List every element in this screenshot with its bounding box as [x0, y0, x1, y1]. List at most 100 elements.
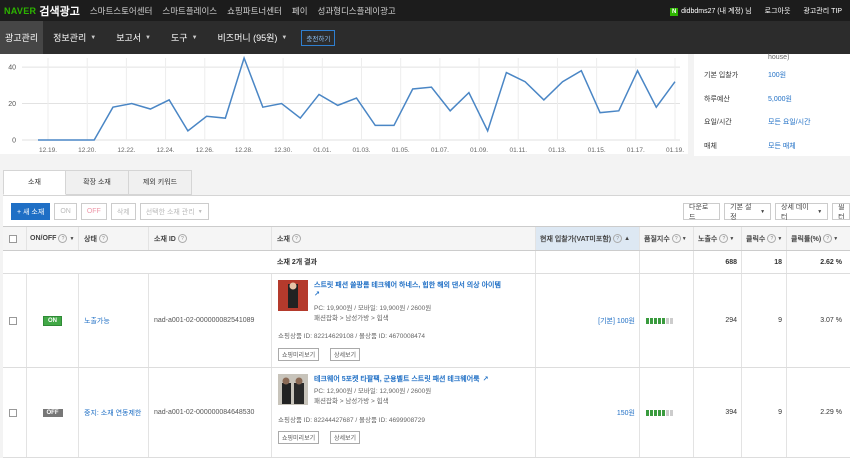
chevron-down-icon: ▼ [777, 235, 783, 242]
off-toggle[interactable]: OFF [42, 408, 63, 417]
help-icon[interactable]: ? [823, 234, 833, 243]
menu-reports[interactable]: 보고서 ▼ [106, 21, 161, 54]
help-icon[interactable]: ? [767, 234, 777, 243]
product-thumbnail[interactable] [278, 280, 308, 311]
quality-bar [646, 317, 673, 324]
tab-extensions[interactable]: 확장 소재 [66, 170, 129, 195]
header-label: ON/OFF [30, 235, 57, 242]
help-icon[interactable]: ? [177, 234, 187, 243]
row-checkbox-cell [3, 274, 27, 367]
charge-button[interactable]: 충전하기 [301, 29, 336, 46]
manage-selected-button[interactable]: 선택한 소재 관리 ▼ [139, 203, 209, 220]
select-all-checkbox[interactable] [9, 234, 17, 243]
bid-link[interactable]: [기본] 100원 [598, 316, 635, 326]
adgroup-info-panel: house) 기본 입찰가 100원 하루예산 5,000원 요일/시간 모든 요일/… [694, 54, 850, 156]
link-smartstore[interactable]: 스마트스토어센터 [90, 5, 153, 17]
chevron-down-icon: ▼ [817, 208, 823, 215]
user-account[interactable]: Ndidbdms27 (내 계정) 님 [670, 6, 752, 16]
on-toggle[interactable]: ON [43, 315, 62, 326]
menu-label: 비즈머니 (95원) [217, 33, 278, 43]
x-tick-label: 12.22. [117, 147, 135, 154]
header-onoff[interactable]: ON/OFF? ▼ [27, 227, 79, 250]
menu-label: 정보관리 [53, 33, 87, 43]
basic-settings-button[interactable]: 기본 설정 ▼ [724, 203, 772, 221]
menu-tools[interactable]: 도구 ▼ [161, 21, 208, 54]
help-icon[interactable]: ? [671, 234, 681, 243]
header-clicks[interactable]: 클릭수? ▼ [742, 227, 787, 250]
status-cell: 중지: 소재 연동제한 [79, 368, 149, 457]
detail-view-button[interactable]: 상세보기 [330, 348, 361, 361]
x-tick-label: 01.15. [588, 147, 606, 154]
external-link-icon[interactable]: ↗ [483, 376, 489, 383]
header-ad[interactable]: 소재? [272, 227, 536, 250]
shopping-preview-button[interactable]: 쇼핑미리보기 [278, 348, 320, 361]
link-smartplace[interactable]: 스마트플레이스 [162, 5, 217, 17]
x-tick-label: 12.26. [196, 147, 214, 154]
chevron-down-icon: ▼ [197, 208, 203, 215]
header-ad-id[interactable]: 소재 ID? [149, 227, 272, 250]
chevron-down-icon: ▼ [833, 235, 839, 242]
link-display-ad[interactable]: 성과형디스플레이광고 [318, 5, 396, 17]
download-button[interactable]: 다운로드 [683, 203, 721, 221]
x-tick-label: 01.03. [352, 147, 370, 154]
quality-cell [640, 274, 694, 367]
basic-label: 기본 설정 [730, 203, 752, 221]
row-checkbox[interactable] [9, 316, 17, 325]
on-button[interactable]: ON [54, 203, 77, 220]
delete-button[interactable]: 삭제 [110, 203, 136, 220]
header-label: 소재 ID [154, 235, 176, 243]
link-pay[interactable]: 페이 [292, 5, 308, 17]
summary-quality [640, 251, 694, 273]
ad-category: 패션잡화 > 남성가방 > 힙색 [314, 398, 389, 405]
link-shopping-partner[interactable]: 쇼핑파트너센터 [227, 5, 282, 17]
help-icon[interactable]: ? [613, 234, 623, 243]
menu-bizmoney[interactable]: 비즈머니 (95원) ▼ [208, 21, 298, 54]
status-link[interactable]: 노출가능 [84, 316, 110, 326]
ad-id: nad-a001-02-000000082541089 [149, 274, 272, 367]
tab-negative-keywords[interactable]: 제외 키워드 [129, 170, 192, 195]
product-thumbnail[interactable] [278, 374, 308, 405]
media-value[interactable]: 모든 매체 [768, 141, 796, 151]
chevron-down-icon: ▼ [760, 208, 766, 215]
status-cell: 노출가능 [79, 274, 149, 367]
schedule-value[interactable]: 모든 요일/시간 [768, 117, 811, 127]
header-impressions[interactable]: 노출수? ▼ [694, 227, 742, 250]
header-status[interactable]: 상태? [79, 227, 149, 250]
help-icon[interactable]: ? [98, 234, 108, 243]
bid-link[interactable]: 150원 [617, 408, 635, 418]
tip-link[interactable]: 광고관리 TIP [803, 6, 842, 16]
filter-button[interactable]: 필터 [832, 203, 850, 220]
off-button[interactable]: OFF [80, 203, 107, 220]
ad-title-link[interactable]: 스트릿 패션 쓸팡롬 테크웨어 하네스, 힙한 해외 댄서 의상 아이템 [314, 280, 501, 290]
x-tick-label: 01.17. [627, 147, 645, 154]
bid-value[interactable]: 100원 [768, 70, 786, 80]
help-icon[interactable]: ? [291, 234, 301, 243]
menu-info-management[interactable]: 정보관리 ▼ [43, 21, 106, 54]
shopping-preview-button[interactable]: 쇼핑미리보기 [278, 431, 320, 444]
external-link-icon[interactable]: ↗ [314, 290, 320, 298]
x-tick-label: 12.30. [274, 147, 292, 154]
detail-label: 상세 데이터 [781, 203, 809, 221]
ad-title: 스트릿 패션 쓸팡롬 테크웨어 하네스, 힙한 해외 댄서 의상 아이템 [314, 282, 501, 289]
budget-value[interactable]: 5,000원 [768, 94, 792, 104]
naver-logo[interactable]: NAVER [4, 6, 36, 16]
logout-link[interactable]: 로그아웃 [765, 6, 791, 16]
tab-ads[interactable]: 소재 [3, 170, 66, 195]
menu-ad-management[interactable]: 광고관리 [0, 21, 44, 54]
header-ctr[interactable]: 클릭률(%)? ▼ [787, 227, 850, 250]
row-checkbox[interactable] [9, 408, 17, 417]
ad-title-link[interactable]: 테크웨어 5포켓 타팔팩, 군용벨트 스트릿 패션 테크웨어룩 ↗ [314, 374, 489, 384]
header-quality[interactable]: 품질지수? ▼ [640, 227, 694, 250]
detail-view-button[interactable]: 상세보기 [330, 431, 361, 444]
help-icon[interactable]: ? [58, 234, 68, 243]
chevron-down-icon: ▼ [729, 235, 735, 242]
summary-ctr: 2.62 % [820, 258, 842, 266]
panel-top-label: house) [768, 54, 790, 61]
summary-impressions: 688 [694, 251, 742, 273]
status-link[interactable]: 중지: 소재 연동제한 [84, 408, 141, 418]
header-bid[interactable]: 현재 입찰가(VAT미포함)? ▲ [536, 227, 640, 250]
searchad-brand[interactable]: 검색광고 [39, 3, 79, 19]
add-ad-button[interactable]: + 새 소재 [11, 203, 51, 220]
detail-data-button[interactable]: 상세 데이터 ▼ [775, 203, 829, 221]
help-icon[interactable]: ? [719, 234, 729, 243]
